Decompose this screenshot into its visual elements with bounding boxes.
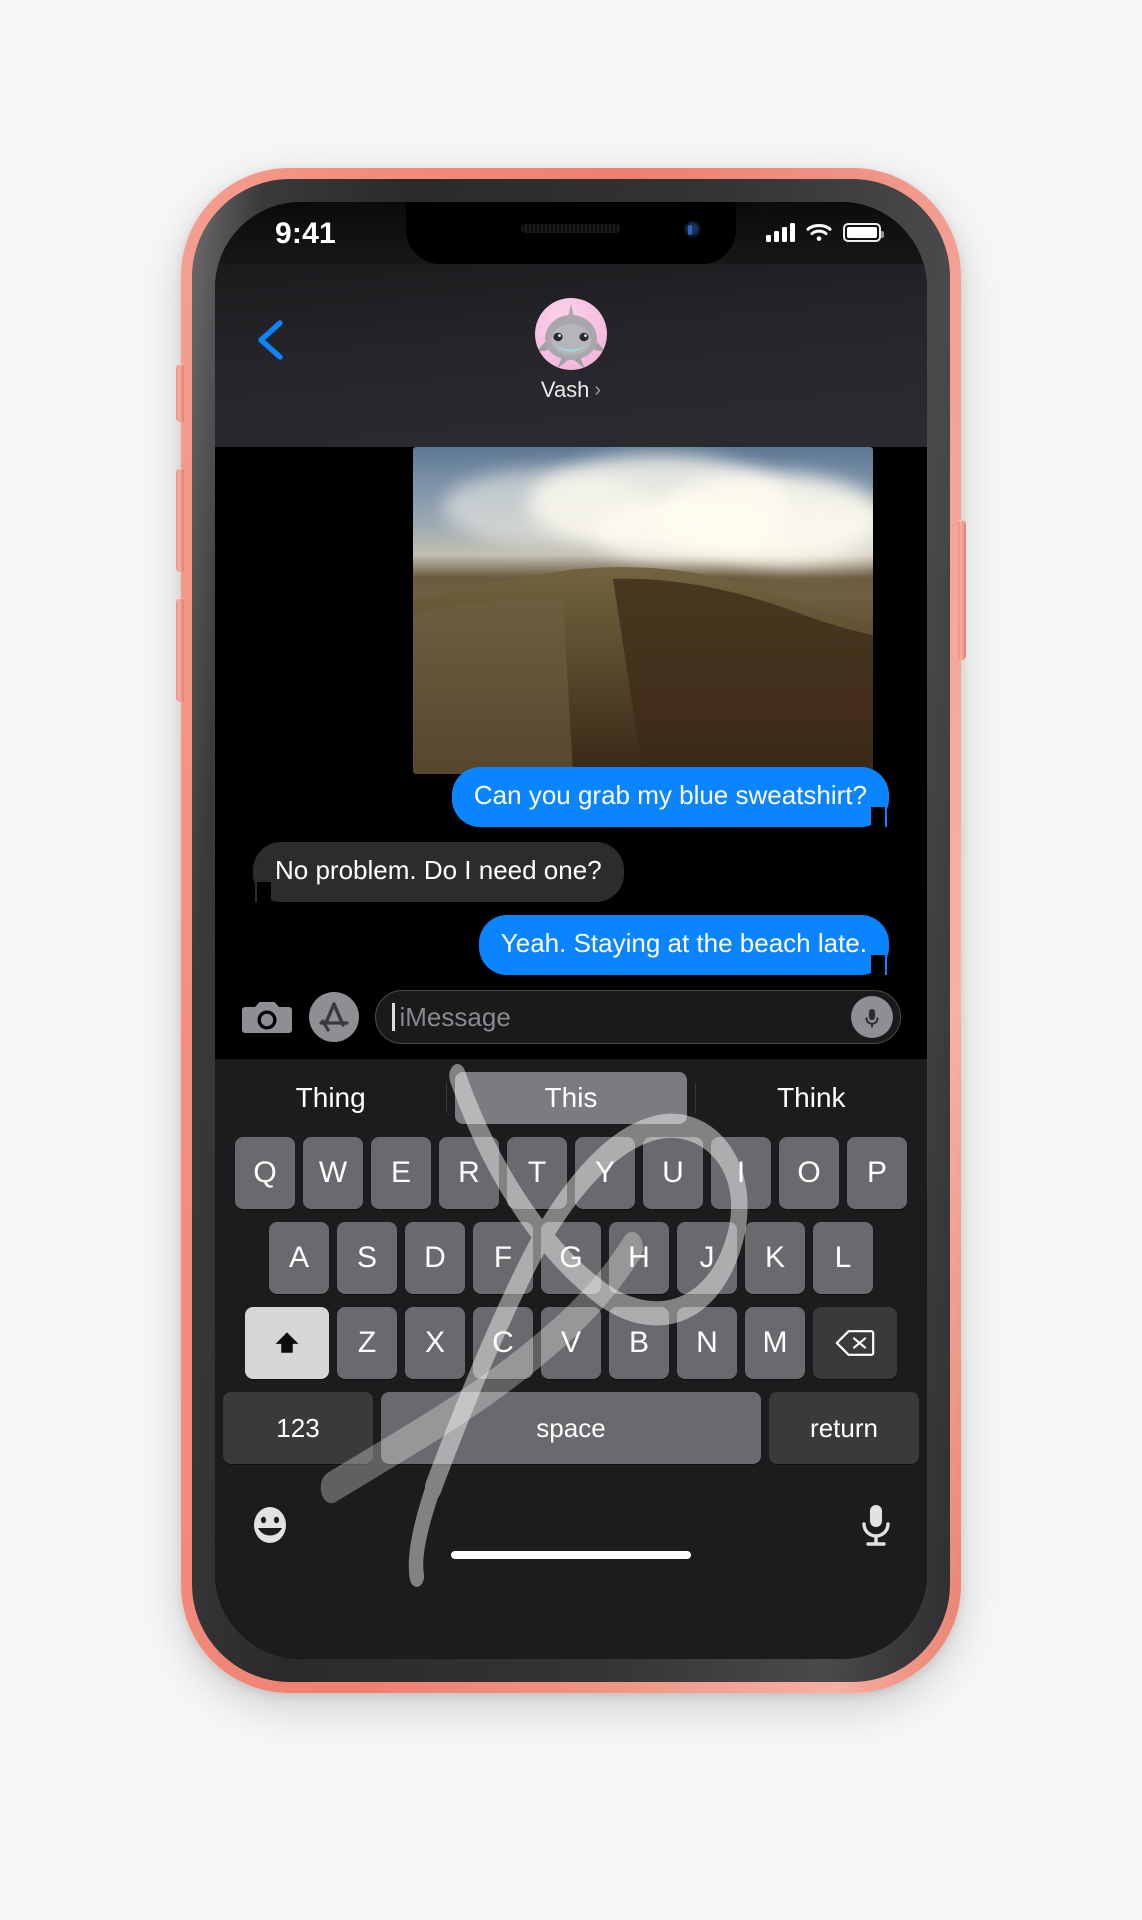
key-k[interactable]: K <box>745 1222 805 1294</box>
prediction-think[interactable]: Think <box>696 1072 927 1124</box>
key-e[interactable]: E <box>371 1137 431 1209</box>
status-time: 9:41 <box>275 217 336 250</box>
iphone-device-frame: Vash › 9:41 Can you grab my blue sweatsh… <box>176 168 966 1693</box>
mute-switch[interactable] <box>176 364 184 422</box>
key-v[interactable]: V <box>541 1307 601 1379</box>
key-r[interactable]: R <box>439 1137 499 1209</box>
key-n[interactable]: N <box>677 1307 737 1379</box>
keyboard-row-2: A S D F G H J K L <box>223 1222 919 1294</box>
message-input-field[interactable]: iMessage <box>375 990 901 1044</box>
microphone-icon <box>862 1505 890 1546</box>
keyboard-row-1: Q W E R T Y U I O P <box>223 1137 919 1209</box>
shift-key[interactable] <box>245 1307 329 1379</box>
predictive-text-bar: Thing This Think <box>215 1059 927 1137</box>
message-text: Can you grab my blue sweatshirt? <box>473 780 867 810</box>
emoji-button[interactable] <box>249 1504 291 1546</box>
camera-button[interactable] <box>241 991 293 1043</box>
divider <box>446 1083 448 1113</box>
bubble-tail <box>871 800 897 827</box>
key-p[interactable]: P <box>847 1137 907 1209</box>
key-grid: Q W E R T Y U I O P A S D F G H J K L Z … <box>215 1064 927 1587</box>
numbers-key[interactable]: 123 <box>223 1392 373 1464</box>
key-g[interactable]: G <box>541 1222 601 1294</box>
key-a[interactable]: A <box>269 1222 329 1294</box>
key-w[interactable]: W <box>303 1137 363 1209</box>
keyboard-row-4: 123 space return <box>223 1392 919 1464</box>
app-store-button[interactable] <box>309 992 359 1042</box>
home-indicator[interactable] <box>451 1551 691 1559</box>
key-y[interactable]: Y <box>575 1137 635 1209</box>
wifi-icon <box>806 222 832 242</box>
space-key[interactable]: space <box>381 1392 761 1464</box>
bubble-tail <box>871 948 897 975</box>
delete-key[interactable] <box>813 1307 897 1379</box>
text-cursor <box>392 1003 395 1031</box>
volume-up-button[interactable] <box>176 468 184 572</box>
status-indicators <box>766 222 884 242</box>
contact-name-row[interactable]: Vash › <box>541 377 601 403</box>
return-key[interactable]: return <box>769 1392 919 1464</box>
power-button[interactable] <box>958 520 966 660</box>
prediction-this[interactable]: This <box>455 1072 687 1124</box>
photo-attachment[interactable] <box>413 447 873 774</box>
emoji-smiley-icon <box>254 1507 286 1543</box>
key-l[interactable]: L <box>813 1222 873 1294</box>
volume-down-button[interactable] <box>176 598 184 702</box>
dictation-button[interactable] <box>859 1502 893 1548</box>
chevron-right-icon: › <box>594 379 602 401</box>
message-bubble-outgoing[interactable]: Yeah. Staying at the beach late. <box>478 915 889 975</box>
shift-arrow-up-icon <box>275 1332 299 1353</box>
key-m[interactable]: M <box>745 1307 805 1379</box>
dictation-button[interactable] <box>851 996 893 1038</box>
device-bezel: Vash › 9:41 Can you grab my blue sweatsh… <box>192 179 950 1682</box>
key-o[interactable]: O <box>779 1137 839 1209</box>
contact-header[interactable]: Vash › <box>535 298 607 403</box>
on-screen-keyboard: Thing This Think Q W E R T Y U I O P A S… <box>215 1059 927 1659</box>
app-store-icon <box>319 1002 349 1032</box>
shark-memoji-avatar <box>536 304 606 369</box>
message-bubble-incoming[interactable]: No problem. Do I need one? <box>253 842 624 902</box>
hill-silhouette <box>413 567 873 774</box>
key-z[interactable]: Z <box>337 1307 397 1379</box>
backspace-delete-icon <box>835 1330 875 1356</box>
key-i[interactable]: I <box>711 1137 771 1209</box>
microphone-icon <box>865 1008 879 1028</box>
key-t[interactable]: T <box>507 1137 567 1209</box>
chevron-left-icon <box>258 320 283 360</box>
message-placeholder: iMessage <box>399 1001 511 1032</box>
message-input-bar: iMessage <box>215 975 927 1059</box>
message-bubble-outgoing[interactable]: Can you grab my blue sweatshirt? <box>451 767 889 827</box>
key-x[interactable]: X <box>405 1307 465 1379</box>
phone-screen: Vash › 9:41 Can you grab my blue sweatsh… <box>215 202 927 1659</box>
key-s[interactable]: S <box>337 1222 397 1294</box>
key-h[interactable]: H <box>609 1222 669 1294</box>
prediction-thing[interactable]: Thing <box>215 1072 446 1124</box>
key-d[interactable]: D <box>405 1222 465 1294</box>
key-f[interactable]: F <box>473 1222 533 1294</box>
back-button[interactable] <box>251 317 291 363</box>
key-j[interactable]: J <box>677 1222 737 1294</box>
key-u[interactable]: U <box>643 1137 703 1209</box>
key-b[interactable]: B <box>609 1307 669 1379</box>
camera-icon <box>242 1002 292 1033</box>
key-q[interactable]: Q <box>235 1137 295 1209</box>
contact-name: Vash <box>540 377 590 402</box>
message-text: Yeah. Staying at the beach late. <box>500 928 867 958</box>
key-c[interactable]: C <box>473 1307 533 1379</box>
avatar[interactable] <box>535 298 607 370</box>
battery-full-icon <box>843 222 884 242</box>
bubble-tail <box>245 875 271 902</box>
earpiece-speaker <box>521 224 621 233</box>
keyboard-bottom-bar <box>215 1477 927 1573</box>
message-text: No problem. Do I need one? <box>275 855 602 885</box>
cellular-signal-icon <box>766 222 795 242</box>
notch <box>406 202 736 264</box>
front-camera <box>685 222 700 237</box>
keyboard-row-3: Z X C V B N M <box>223 1307 919 1379</box>
